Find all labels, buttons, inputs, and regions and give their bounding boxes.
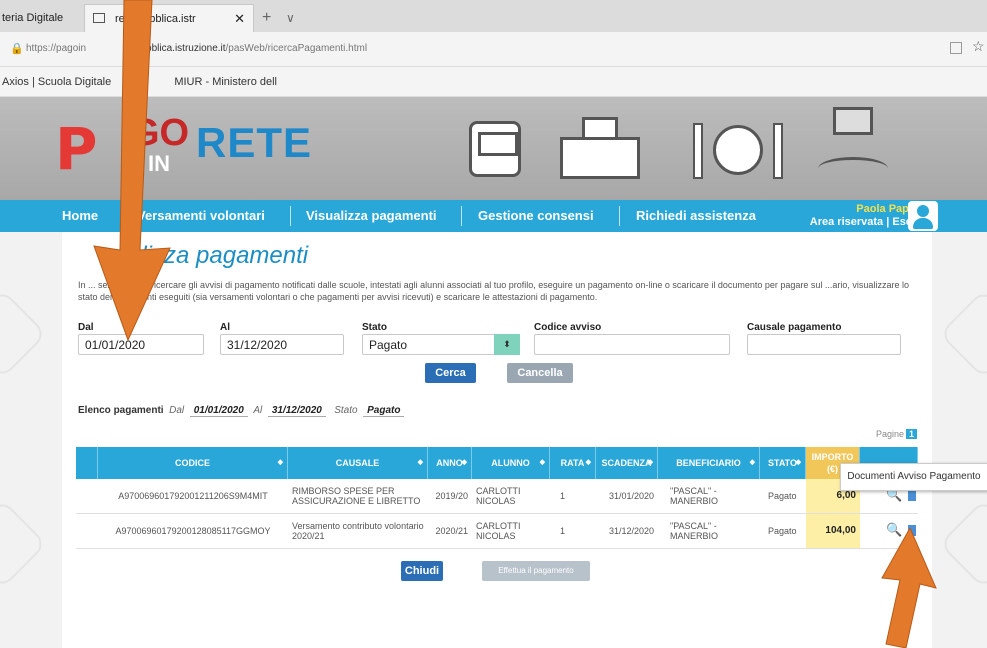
- column-header-beneficiario[interactable]: BENEFICIARIO ◆: [658, 447, 760, 479]
- select-arrow-icon[interactable]: ⬍: [494, 334, 520, 355]
- page-background: [932, 232, 987, 648]
- table-row[interactable]: A97006960179200128085117GGMOY Versamento…: [76, 514, 918, 549]
- cell-stato: Pagato: [768, 526, 797, 536]
- cell-codice: A97006960179200128085117GGMOY: [115, 526, 271, 536]
- cell-beneficiario: "PASCAL" - MANERBIO: [670, 521, 719, 541]
- nav-divider: [290, 206, 291, 226]
- pagination: Pagine 1: [876, 429, 918, 439]
- page-background: [0, 232, 62, 648]
- column-header-scadenza[interactable]: SCADENZA ◆: [596, 447, 658, 479]
- favorite-star-icon[interactable]: ☆: [972, 38, 985, 55]
- sort-icon: ◆: [749, 459, 755, 466]
- museum-icon: [818, 107, 888, 187]
- sort-icon: ◆: [461, 459, 467, 466]
- sort-icon: ◆: [585, 459, 591, 466]
- new-tab-icon[interactable]: +: [262, 4, 271, 32]
- column-header-alunno[interactable]: ALUNNO ◆: [472, 447, 550, 479]
- nav-visualizza-pagamenti[interactable]: Visualizza pagamenti: [306, 208, 437, 223]
- sort-icon: ◆: [795, 459, 801, 466]
- cancella-button[interactable]: Cancella: [507, 363, 573, 383]
- nav-richiedi-assistenza[interactable]: Richiedi assistenza: [636, 208, 756, 223]
- codice-avviso-label: Codice avviso: [534, 322, 602, 333]
- nav-divider: [619, 206, 620, 226]
- sort-icon: ◆: [417, 459, 423, 466]
- nav-gestione-consensi[interactable]: Gestione consensi: [478, 208, 594, 223]
- user-area-link[interactable]: Area riservata | Esci: [810, 216, 915, 228]
- al-label: Al: [220, 322, 230, 333]
- cell-alunno: CARLOTTI NICOLAS: [476, 521, 521, 541]
- document-icon[interactable]: [908, 490, 916, 501]
- sort-icon: ◆: [277, 459, 283, 466]
- tooltip: Documenti Avviso Pagamento: [840, 463, 987, 491]
- school-building-icon: [560, 117, 640, 179]
- elenco-summary: Elenco pagamenti Dal 01/01/2020 Al 31/12…: [78, 405, 405, 417]
- school-bus-icon: [469, 121, 521, 177]
- causale-input[interactable]: [747, 334, 901, 355]
- cell-anno: 2019/20: [435, 491, 468, 501]
- user-name: Paola Papa: [856, 203, 915, 215]
- cell-stato: Pagato: [768, 491, 797, 501]
- cell-causale: Versamento contributo volontario 2020/21: [292, 521, 424, 541]
- cell-causale: RIMBORSO SPESE PER ASSICURAZIONE E LIBRE…: [292, 486, 421, 506]
- column-header-causale[interactable]: CAUSALE ◆: [288, 447, 428, 479]
- cafeteria-icon: [685, 121, 785, 181]
- cell-scadenza: 31/12/2020: [608, 526, 654, 536]
- page-description: In ... sezione puoi ricercare gli avvisi…: [78, 280, 909, 302]
- column-header-codice[interactable]: CODICE ◆: [98, 447, 288, 479]
- lock-icon: 🔒: [10, 43, 24, 55]
- annotation-arrow-down: [93, 0, 171, 342]
- cell-codice: A970069601792001211206S9M4MIT: [118, 491, 268, 501]
- column-header-rata[interactable]: RATA ◆: [550, 447, 596, 479]
- cell-scadenza: 31/01/2020: [608, 491, 654, 501]
- sort-icon: ◆: [539, 459, 545, 466]
- cerca-button[interactable]: Cerca: [425, 363, 476, 383]
- stato-label: Stato: [362, 322, 387, 333]
- cell-alunno: CARLOTTI NICOLAS: [476, 486, 521, 506]
- codice-avviso-input[interactable]: [534, 334, 730, 355]
- reading-view-icon[interactable]: [950, 42, 962, 54]
- sort-icon: ◆: [647, 459, 653, 466]
- table-header: CODICE ◆ CAUSALE ◆ ANNO ◆ ALUNNO ◆ RATA ◆ SCA…: [76, 447, 918, 479]
- annotation-arrow-up: [881, 528, 937, 648]
- chiudi-button[interactable]: Chiudi: [401, 561, 443, 581]
- column-header-anno[interactable]: ANNO ◆: [428, 447, 472, 479]
- causale-label: Causale pagamento: [747, 322, 842, 333]
- cell-rata: 1: [560, 491, 566, 501]
- al-date-input[interactable]: 31/12/2020: [220, 334, 344, 355]
- chevron-down-icon[interactable]: ∨: [286, 4, 295, 32]
- effettua-pagamento-button[interactable]: Effettua il pagamento: [482, 561, 590, 581]
- nav-divider: [461, 206, 462, 226]
- logo: RETE: [196, 119, 313, 166]
- column-header-stato[interactable]: STATO ◆: [760, 447, 806, 479]
- favorite-link[interactable]: MIUR - Ministero dell: [174, 76, 277, 88]
- close-tab-icon[interactable]: ✕: [234, 5, 245, 33]
- cell-beneficiario: "PASCAL" - MANERBIO: [670, 486, 719, 506]
- cell-importo: 104,00: [806, 514, 860, 548]
- tab-title: teria Digitale: [2, 12, 64, 24]
- table-row[interactable]: A970069601792001211206S9M4MIT RIMBORSO S…: [76, 479, 918, 514]
- avatar[interactable]: [908, 201, 938, 231]
- page-number[interactable]: 1: [906, 429, 918, 439]
- cell-rata: 1: [560, 526, 566, 536]
- cell-anno: 2020/21: [435, 526, 468, 536]
